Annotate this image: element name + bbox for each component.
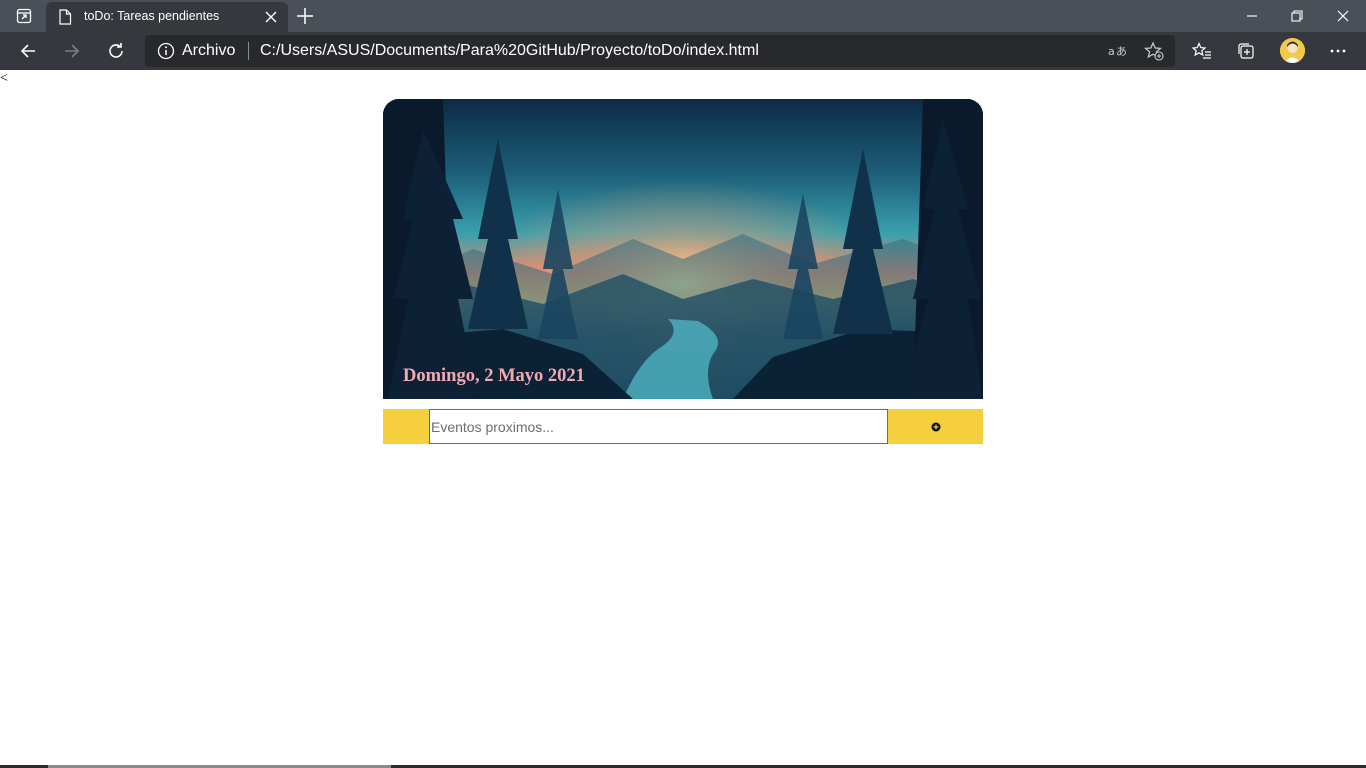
collections-button[interactable] [1231,37,1261,65]
add-favorite-button[interactable] [1143,40,1165,62]
back-button[interactable] [13,37,43,65]
url-text[interactable]: C:/Users/ASUS/Documents/Para%20GitHub/Pr… [260,42,759,60]
read-aloud-button[interactable]: a あ [1107,40,1129,62]
browser-toolbar: Archivo C:/Users/ASUS/Documents/Para%20G… [0,32,1366,70]
svg-text:あ: あ [1116,45,1127,58]
minimize-button[interactable] [1229,0,1275,32]
plus-icon[interactable] [294,5,316,27]
more-button[interactable] [1323,37,1353,65]
reload-icon [109,43,123,58]
stray-text: < [0,71,8,86]
hero-banner: Domingo, 2 Mayo 2021 [383,99,983,399]
tab-actions-icon [16,8,32,24]
tab-title: toDo: Tareas pendientes [84,9,220,23]
task-input[interactable] [429,409,888,444]
plus-circle-icon [931,422,940,431]
back-arrow-icon [20,44,35,58]
omnibox-separator [248,42,249,60]
svg-text:a: a [1108,45,1115,58]
file-icon [59,9,72,25]
tab-actions-button[interactable] [8,4,40,28]
reload-button[interactable] [101,37,131,65]
profile-picture [1280,38,1305,63]
close-icon[interactable] [264,10,278,24]
add-task-button[interactable] [888,409,983,444]
avatar[interactable] [1280,38,1305,63]
info-icon[interactable] [157,42,175,60]
forward-arrow-icon [65,44,80,58]
address-bar[interactable]: Archivo C:/Users/ASUS/Documents/Para%20G… [145,35,1175,67]
site-info-label[interactable]: Archivo [182,42,235,60]
forward-button[interactable] [57,37,87,65]
minimize-icon [1247,15,1257,17]
more-icon [1330,49,1346,53]
active-tab[interactable]: toDo: Tareas pendientes [46,2,288,32]
task-entry-bar [383,409,983,444]
favorite-add-icon [1144,41,1164,61]
restore-button[interactable] [1274,0,1320,32]
read-aloud-icon: a あ [1108,45,1127,58]
close-window-button[interactable] [1320,0,1366,32]
close-window-icon [1337,10,1349,22]
favorites-icon [1192,42,1211,59]
forest-landscape-image [383,99,983,399]
favorites-button[interactable] [1187,37,1217,65]
collections-icon [1238,43,1254,59]
hero-date: Domingo, 2 Mayo 2021 [403,366,585,386]
restore-icon [1291,10,1303,22]
tab-strip: toDo: Tareas pendientes [0,0,1366,32]
